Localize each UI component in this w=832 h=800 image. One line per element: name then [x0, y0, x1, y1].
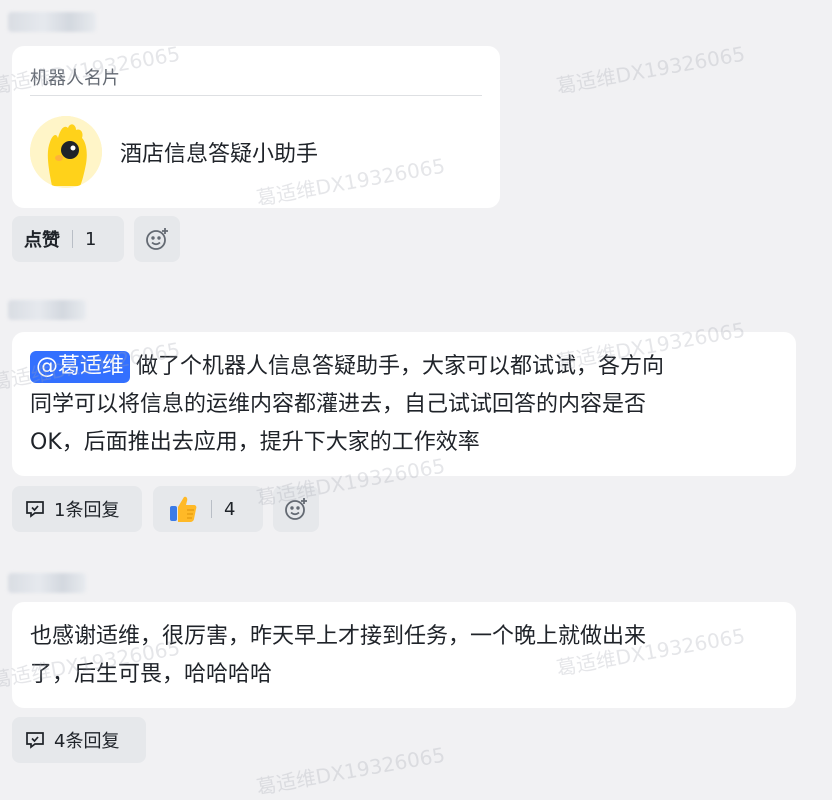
- like-label: 点赞: [24, 230, 60, 251]
- add-reaction-icon: [285, 498, 307, 520]
- reply-icon: [26, 501, 44, 518]
- sender-name-blurred[interactable]: [8, 573, 86, 593]
- separator: [72, 230, 73, 248]
- message-line: 也感谢适维，很厉害，昨天早上才接到任务，一个晚上就做出来: [30, 624, 647, 649]
- reply-icon: [26, 732, 44, 749]
- message-line: 同学可以将信息的运维内容都灌进去，自己试试回答的内容是否: [30, 392, 647, 417]
- sender-name-blurred[interactable]: [8, 12, 96, 32]
- bot-avatar[interactable]: [30, 116, 102, 188]
- message-bubble[interactable]: 也感谢适维，很厉害，昨天早上才接到任务，一个晚上就做出来 了，后生可畏，哈哈哈哈: [12, 602, 796, 708]
- reply-thread-button[interactable]: 1条回复: [12, 486, 142, 532]
- bot-card-title: 机器人名片: [30, 68, 120, 89]
- bot-name: 酒店信息答疑小助手: [120, 142, 319, 167]
- add-reaction-button[interactable]: [273, 486, 319, 532]
- thumbs-up-reaction[interactable]: 4: [153, 486, 263, 532]
- message-line: @葛适维 做了个机器人信息答疑助手，大家可以都试试，各方向: [30, 348, 790, 386]
- add-reaction-button[interactable]: [134, 216, 180, 262]
- add-reaction-icon: [146, 228, 168, 250]
- message-line: OK，后面推出去应用，提升下大家的工作效率: [30, 430, 480, 455]
- divider: [30, 95, 482, 96]
- thumbs-count: 4: [224, 498, 236, 520]
- mention-tag[interactable]: @葛适维: [30, 351, 131, 383]
- reply-count-label: 1条回复: [54, 500, 120, 521]
- like-count: 1: [85, 228, 97, 250]
- message-text: 做了个机器人信息答疑助手，大家可以都试试，各方向: [136, 354, 665, 379]
- like-button[interactable]: 点赞 1: [12, 216, 124, 262]
- thumbs-up-icon: [170, 496, 197, 522]
- reply-thread-button[interactable]: 4条回复: [12, 717, 146, 763]
- watermark: 葛适维DX19326065: [554, 41, 747, 99]
- reply-count-label: 4条回复: [54, 731, 120, 752]
- sender-name-blurred[interactable]: [8, 300, 86, 320]
- message-bubble[interactable]: @葛适维 做了个机器人信息答疑助手，大家可以都试试，各方向 同学可以将信息的运维内…: [12, 332, 796, 476]
- watermark: 葛适维DX19326065: [254, 742, 447, 800]
- separator: [211, 500, 212, 518]
- message-line: 了，后生可畏，哈哈哈哈: [30, 662, 273, 687]
- bot-card[interactable]: 机器人名片 酒店信息答疑小助手: [12, 46, 500, 208]
